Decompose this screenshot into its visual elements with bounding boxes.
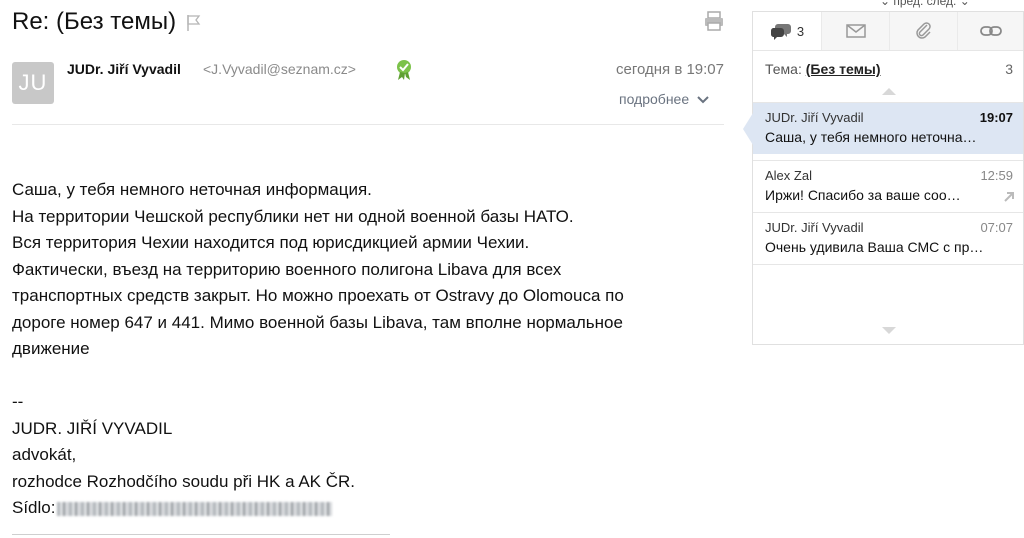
thread-message-time: 07:07 xyxy=(980,220,1013,235)
signature-address: Sídlo: xyxy=(12,495,732,522)
body-line: Саша, у тебя немного неточная информация… xyxy=(12,180,372,199)
body-line: Фактически, въезд на территорию военного… xyxy=(12,259,562,279)
tab-links[interactable] xyxy=(958,12,1023,50)
chevron-down-icon xyxy=(697,96,709,104)
redacted-address xyxy=(57,501,333,516)
thread-message-item[interactable]: JUDr. Jiří Vyvadil 19:07 Саша, у тебя не… xyxy=(743,102,1023,154)
thread-message-item[interactable]: Alex Zal 12:59 Иржи! Спасибо за ваше соо… xyxy=(753,160,1023,212)
thread-message-time: 19:07 xyxy=(979,110,1013,125)
envelope-icon xyxy=(845,24,866,38)
link-icon xyxy=(979,26,1002,36)
thread-tabs: 3 xyxy=(753,12,1023,51)
topic-value[interactable]: (Без темы) xyxy=(806,61,881,77)
signature-title: advokát, xyxy=(12,445,77,464)
message-body: Саша, у тебя немного неточная информация… xyxy=(12,177,732,522)
thread-panel: 3 Тема: (Без темы) 3 JUDr. Jiří Vyvadil xyxy=(743,11,1024,345)
thread-message-snippet: Саша, у тебя немного неточна… xyxy=(765,129,977,145)
body-line: транспортных средств закрыт. Но можно пр… xyxy=(12,286,624,305)
scroll-down-icon[interactable] xyxy=(882,327,896,334)
body-line: На территории Чешской республики нет ни … xyxy=(12,206,574,226)
tab-conversation[interactable]: 3 xyxy=(753,12,822,50)
sender-name[interactable]: JUDr. Jiří Vyvadil xyxy=(67,61,181,77)
active-pointer xyxy=(743,113,753,145)
flag-icon[interactable] xyxy=(186,14,202,32)
tab-messages[interactable] xyxy=(822,12,890,50)
body-line: движение xyxy=(12,339,90,358)
body-line: дороге номер 647 и 441. Мимо военной баз… xyxy=(12,312,623,332)
details-link[interactable]: подробнее xyxy=(619,91,709,107)
prev-next-nav[interactable]: ⌄ пред. след. ⌄ xyxy=(880,0,970,8)
bottom-rule xyxy=(12,534,390,535)
print-icon[interactable] xyxy=(703,10,725,32)
body-line: Вся территория Чехии находится под юрисд… xyxy=(12,233,530,252)
tab-attachments[interactable] xyxy=(890,12,958,50)
topic-label: Тема: xyxy=(765,61,802,77)
thread-message-snippet: Очень удивила Ваша СМС с пр… xyxy=(765,239,984,255)
conversation-count: 3 xyxy=(796,23,805,39)
signature-dash: -- xyxy=(12,392,24,411)
signature-name: JUDR. JIŘÍ VYVADIL xyxy=(12,418,173,438)
replied-icon xyxy=(1004,192,1014,202)
thread-message-sender: JUDr. Jiří Vyvadil xyxy=(765,220,864,235)
signature-role: rozhodce Rozhodčího soudu při HK a AK ČR… xyxy=(12,471,356,491)
header-divider xyxy=(12,124,724,125)
thread-message-snippet: Иржи! Спасибо за ваше соо… xyxy=(765,187,961,203)
sender-avatar: JU xyxy=(12,62,54,104)
verified-badge-icon xyxy=(397,60,411,80)
address-label: Sídlo: xyxy=(12,498,56,517)
thread-message-item[interactable]: JUDr. Jiří Vyvadil 07:07 Очень удивила В… xyxy=(753,212,1023,264)
sender-email[interactable]: <J.Vyvadil@seznam.cz> xyxy=(203,61,356,77)
thread-message-sender: JUDr. Jiří Vyvadil xyxy=(765,110,864,125)
topic-count: 3 xyxy=(1005,61,1013,77)
details-label: подробнее xyxy=(619,91,690,107)
chat-bubbles-icon xyxy=(770,24,791,40)
paperclip-icon xyxy=(915,22,931,39)
thread-message-time: 12:59 xyxy=(980,168,1013,183)
message-subject: Re: (Без темы) xyxy=(12,8,177,35)
thread-message-sender: Alex Zal xyxy=(765,168,812,183)
message-date: сегодня в 19:07 xyxy=(616,61,724,78)
list-divider xyxy=(753,264,1023,265)
scroll-up-icon[interactable] xyxy=(882,88,896,95)
thread-topic: Тема: (Без темы) xyxy=(765,61,881,77)
